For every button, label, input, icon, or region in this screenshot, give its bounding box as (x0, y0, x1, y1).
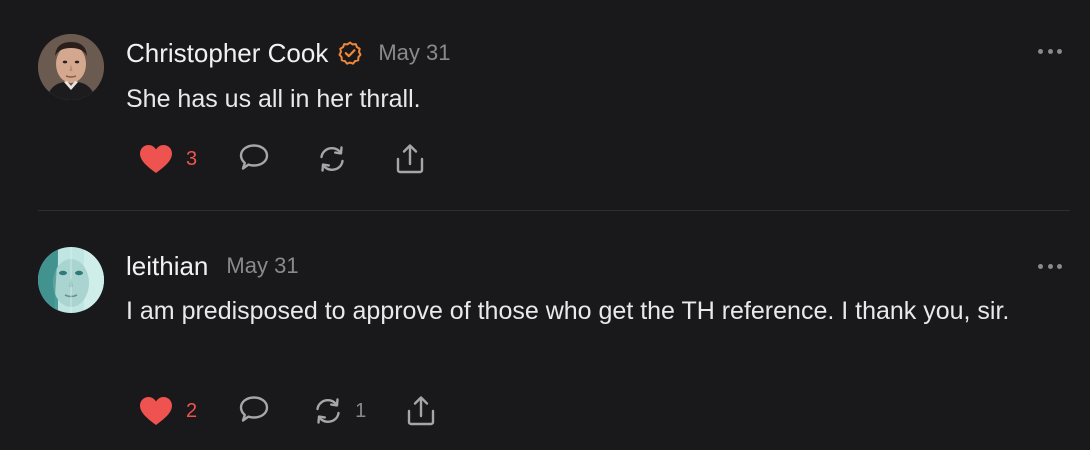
verified-badge-icon (338, 41, 362, 65)
more-dots-icon (1057, 48, 1062, 54)
restack-count: 1 (355, 399, 367, 422)
reply-button[interactable] (237, 394, 271, 428)
share-icon (396, 144, 424, 174)
comment-bubble-icon (239, 396, 269, 422)
comment-thread: Christopher Cook May 31 She has us all i… (0, 0, 1090, 450)
restack-button[interactable] (315, 142, 349, 176)
comment-actions: 3 (138, 141, 427, 177)
restack-icon (320, 146, 344, 172)
teal-portrait-avatar-icon (38, 247, 104, 313)
share-button[interactable] (393, 142, 427, 176)
comment-body: She has us all in her thrall. (126, 85, 421, 113)
more-dots-icon (1047, 48, 1053, 54)
share-button[interactable] (404, 394, 438, 428)
avatar[interactable] (38, 247, 104, 313)
more-dots-icon (1038, 263, 1043, 269)
more-options-button[interactable] (1038, 45, 1062, 57)
reply-button[interactable] (237, 142, 271, 176)
comment-date[interactable]: May 31 (378, 40, 450, 66)
comment-actions: 2 1 (138, 393, 438, 429)
comment-header: leithian May 31 (126, 249, 299, 283)
share-icon (408, 396, 435, 426)
comment-header: Christopher Cook May 31 (126, 36, 450, 70)
like-count: 2 (186, 399, 198, 422)
avatar[interactable] (38, 34, 104, 100)
restack-icon (316, 398, 340, 424)
heart-icon (140, 145, 172, 173)
comment-body: I am predisposed to approve of those who… (126, 297, 1010, 325)
heart-icon (140, 397, 172, 425)
more-options-button[interactable] (1038, 260, 1062, 272)
restack-button[interactable]: 1 (311, 394, 366, 428)
comment-item: Christopher Cook May 31 She has us all i… (0, 0, 1090, 210)
author-name[interactable]: leithian (126, 251, 208, 282)
more-dots-icon (1038, 48, 1043, 54)
like-button[interactable]: 3 (138, 143, 197, 175)
like-button[interactable]: 2 (138, 395, 197, 427)
more-dots-icon (1047, 263, 1053, 269)
comment-date[interactable]: May 31 (226, 253, 298, 279)
like-count: 3 (186, 147, 198, 170)
more-dots-icon (1057, 263, 1062, 269)
comment-bubble-icon (239, 144, 269, 170)
person-portrait-avatar-icon (38, 34, 104, 100)
author-name[interactable]: Christopher Cook (126, 38, 328, 69)
comment-item: leithian May 31 I am predisposed to appr… (0, 211, 1090, 450)
